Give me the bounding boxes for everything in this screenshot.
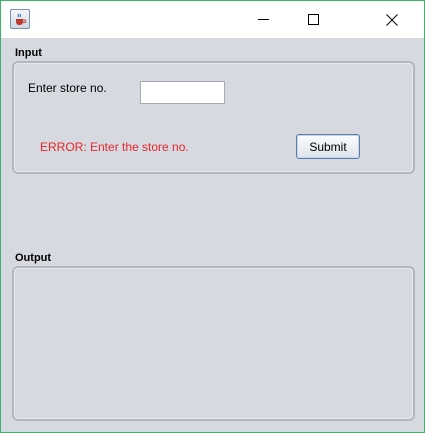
submit-button[interactable]: Submit bbox=[296, 134, 360, 159]
minimize-icon bbox=[257, 19, 269, 20]
title-bar[interactable] bbox=[1, 1, 424, 38]
output-panel bbox=[12, 266, 415, 421]
app-window: Input Enter store no. ERROR: Enter the s… bbox=[0, 0, 425, 433]
java-cup-icon[interactable] bbox=[10, 9, 30, 29]
store-number-input[interactable] bbox=[140, 81, 225, 104]
maximize-icon bbox=[307, 14, 319, 25]
store-number-label: Enter store no. bbox=[28, 81, 107, 95]
input-section-title: Input bbox=[15, 47, 42, 59]
minimize-button[interactable] bbox=[240, 1, 286, 38]
output-section-title: Output bbox=[15, 252, 52, 264]
maximize-button[interactable] bbox=[290, 1, 336, 38]
close-icon bbox=[386, 13, 398, 26]
error-message: ERROR: Enter the store no. bbox=[40, 140, 189, 154]
close-button[interactable] bbox=[369, 1, 415, 38]
